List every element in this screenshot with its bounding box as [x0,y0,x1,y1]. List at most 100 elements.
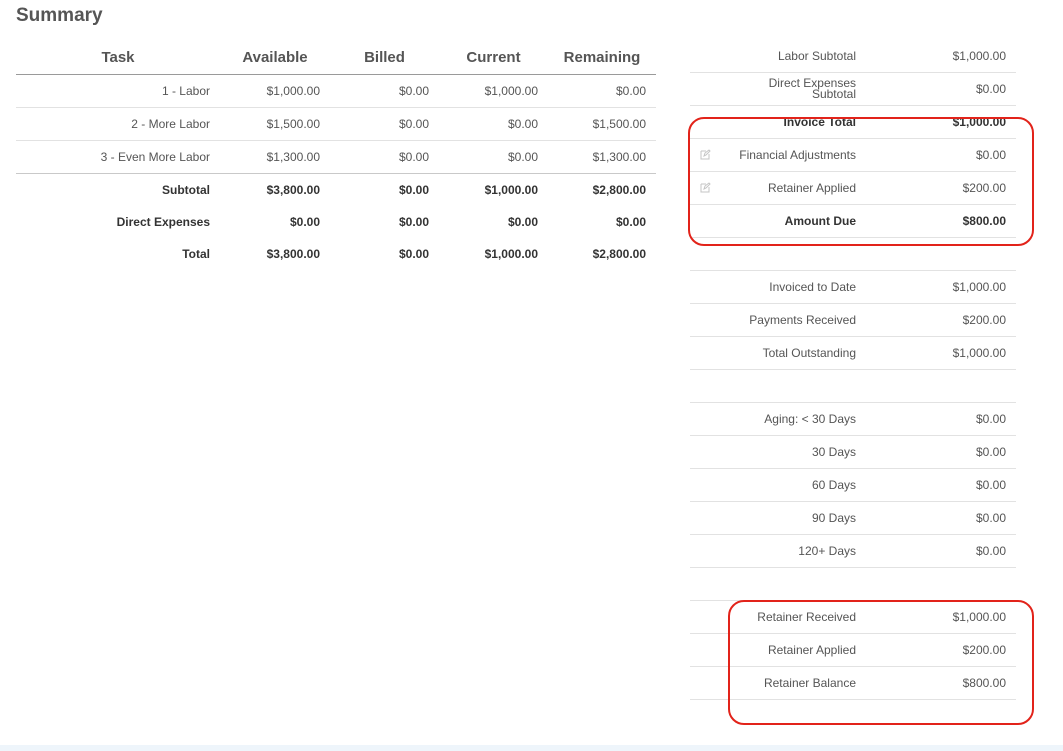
total-current: $1,000.00 [484,247,538,261]
total-label: Total [182,247,210,261]
page-title: Summary [16,5,103,26]
available-value: $1,300.00 [266,150,320,164]
days-90-row: 90 Days $0.00 [690,502,1016,535]
subtotal-row: Subtotal $3,800.00 $0.00 $1,000.00 $2,80… [16,174,656,206]
invoice-total-value: $1,000.00 [952,115,1006,129]
task-table: Task Available Billed Current Remaining … [16,41,656,270]
available-value: $1,000.00 [266,84,320,98]
retainer-balance-value: $800.00 [962,676,1006,690]
subtotal-label: Subtotal [162,183,210,197]
retainer-received-row: Retainer Received $1,000.00 [690,601,1016,634]
header-task: Task [101,49,135,66]
invoice-total-row: Invoice Total $1,000.00 [690,106,1016,139]
available-value: $1,500.00 [266,117,320,131]
invoiced-to-date-row: Invoiced to Date $1,000.00 [690,271,1016,304]
task-name: 1 - Labor [161,84,210,98]
invoiced-to-date-value: $1,000.00 [952,280,1006,294]
aging-30-label: Aging: < 30 Days [764,411,856,426]
payments-received-label: Payments Received [749,312,856,327]
invoice-summary: Labor Subtotal $1,000.00 Direct Expenses… [690,40,1016,700]
total-row: Total $3,800.00 $0.00 $1,000.00 $2,800.0… [16,238,656,270]
aging-30-row: Aging: < 30 Days $0.00 [690,403,1016,436]
payments-received-row: Payments Received $200.00 [690,304,1016,337]
days-120-value: $0.00 [975,544,1006,558]
days-90-value: $0.00 [975,511,1006,525]
header-available: Available [242,49,308,66]
retainer-balance-row: Retainer Balance $800.00 [690,667,1016,700]
subtotal-billed: $0.00 [398,183,429,197]
remaining-value: $1,500.00 [592,117,646,131]
table-row: 1 - Labor $1,000.00 $0.00 $1,000.00 $0.0… [16,75,656,108]
direct-expenses-subtotal-value: $0.00 [975,82,1006,96]
subtotal-available: $3,800.00 [266,183,320,197]
financial-adjustments-value: $0.00 [975,148,1006,162]
total-remaining: $2,800.00 [592,247,646,261]
direct-expenses-label: Direct Expenses [116,215,210,229]
remaining-value: $1,300.00 [592,150,646,164]
subtotal-remaining: $2,800.00 [592,183,646,197]
days-30-label: 30 Days [811,444,856,459]
direct-expenses-row: Direct Expenses $0.00 $0.00 $0.00 $0.00 [16,206,656,238]
retainer-applied-summary-row: Retainer Applied $200.00 [690,634,1016,667]
table-row: 2 - More Labor $1,500.00 $0.00 $0.00 $1,… [16,108,656,141]
retainer-applied-label: Retainer Applied [767,180,856,195]
payments-received-value: $200.00 [962,313,1006,327]
labor-subtotal-row: Labor Subtotal $1,000.00 [690,40,1016,73]
direct-expenses-subtotal-row: Direct Expenses Subtotal $0.00 [690,73,1016,106]
days-90-label: 90 Days [811,510,856,525]
header-current: Current [466,49,521,66]
subtotal-current: $1,000.00 [484,183,538,197]
bottom-band [0,745,1063,751]
spacer-row [690,568,1016,601]
labor-subtotal-value: $1,000.00 [952,49,1006,63]
direct-expenses-current: $0.00 [507,215,538,229]
aging-30-value: $0.00 [975,412,1006,426]
invoiced-to-date-label: Invoiced to Date [769,279,856,294]
total-billed: $0.00 [398,247,429,261]
remaining-value: $0.00 [615,84,646,98]
total-outstanding-label: Total Outstanding [762,345,856,360]
total-outstanding-value: $1,000.00 [952,346,1006,360]
spacer-row [690,238,1016,271]
billed-value: $0.00 [398,117,429,131]
days-30-row: 30 Days $0.00 [690,436,1016,469]
retainer-applied-row: Retainer Applied $200.00 [690,172,1016,205]
task-name: 2 - More Labor [131,117,210,131]
retainer-balance-label: Retainer Balance [763,675,856,690]
retainer-applied-value: $200.00 [962,181,1006,195]
days-60-value: $0.00 [975,478,1006,492]
retainer-received-value: $1,000.00 [952,610,1006,624]
retainer-applied-summary-value: $200.00 [962,643,1006,657]
header-billed: Billed [364,49,405,66]
direct-expenses-remaining: $0.00 [615,215,646,229]
billed-value: $0.00 [398,84,429,98]
total-outstanding-row: Total Outstanding $1,000.00 [690,337,1016,370]
days-60-row: 60 Days $0.00 [690,469,1016,502]
days-30-value: $0.00 [975,445,1006,459]
days-120-row: 120+ Days $0.00 [690,535,1016,568]
financial-adjustments-row: Financial Adjustments $0.00 [690,139,1016,172]
direct-expenses-billed: $0.00 [398,215,429,229]
amount-due-row: Amount Due $800.00 [690,205,1016,238]
header-remaining: Remaining [563,49,641,66]
table-header: Task Available Billed Current Remaining [16,41,656,75]
direct-expenses-available: $0.00 [289,215,320,229]
billed-value: $0.00 [398,150,429,164]
labor-subtotal-label: Labor Subtotal [777,48,856,63]
current-value: $1,000.00 [484,84,538,98]
table-row: 3 - Even More Labor $1,300.00 $0.00 $0.0… [16,141,656,174]
spacer-row [690,370,1016,403]
task-name: 3 - Even More Labor [100,150,210,164]
retainer-received-label: Retainer Received [757,609,856,624]
days-120-label: 120+ Days [798,543,856,558]
direct-expenses-subtotal-label: Direct Expenses Subtotal [768,76,856,101]
amount-due-label: Amount Due [784,213,856,228]
retainer-applied-summary-label: Retainer Applied [767,642,856,657]
current-value: $0.00 [507,150,538,164]
total-available: $3,800.00 [266,247,320,261]
invoice-total-label: Invoice Total [783,114,856,129]
financial-adjustments-label: Financial Adjustments [739,147,856,162]
days-60-label: 60 Days [811,477,856,492]
current-value: $0.00 [507,117,538,131]
amount-due-value: $800.00 [962,214,1006,228]
